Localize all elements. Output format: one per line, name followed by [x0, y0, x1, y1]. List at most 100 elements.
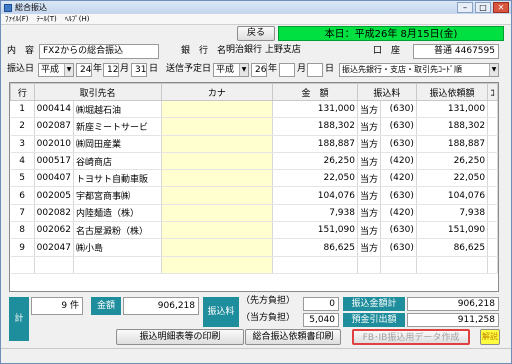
table-row[interactable]: 8 002062 名古屋澱粉（株） 151,090 当方 (630) 151,090	[10, 221, 498, 240]
cell-row[interactable]	[10, 256, 35, 274]
menu-table[interactable]: ﾃｰﾙ(T)	[37, 14, 57, 24]
cell-row[interactable]: 1	[10, 100, 35, 119]
table-row[interactable]: 6 002005 宇都宮商事㈱ 104,076 当方 (630) 104,076	[10, 186, 498, 205]
cell-kana[interactable]	[161, 135, 274, 153]
cell-extra[interactable]	[487, 169, 498, 188]
year-field-1[interactable]: 24	[76, 63, 92, 77]
cell-extra[interactable]	[487, 100, 498, 119]
cell-request[interactable]: 131,000	[416, 100, 489, 119]
cell-fee[interactable]: (630)	[380, 100, 417, 119]
print-detail-button[interactable]: 振込明細表等の印刷	[116, 329, 244, 345]
cell-name[interactable]: ㈱岡田産業	[73, 135, 162, 153]
cell-fee[interactable]: (630)	[380, 186, 417, 205]
cell-kana[interactable]	[161, 152, 274, 171]
cell-row[interactable]: 2	[10, 117, 35, 136]
col-amount[interactable]: 金 額	[272, 83, 358, 101]
cell-code[interactable]	[34, 256, 75, 274]
cell-fee[interactable]: (420)	[380, 152, 417, 171]
cell-extra[interactable]	[487, 204, 498, 223]
close-icon[interactable]: ✕	[493, 2, 509, 13]
menu-file[interactable]: ﾌｧｲﾙ(F)	[5, 14, 29, 24]
help-button[interactable]: 解説	[480, 329, 500, 345]
table-row[interactable]: 1 000414 ㈱堀越石油 131,000 当方 (630) 131,000	[10, 100, 498, 119]
table-row[interactable]: 3 002010 ㈱岡田産業 188,887 当方 (630) 188,887	[10, 135, 498, 153]
cell-fee[interactable]: (420)	[380, 169, 417, 188]
cell-amount[interactable]: 104,076	[272, 186, 358, 205]
cell-request[interactable]	[416, 256, 489, 274]
table-row[interactable]: 2 002087 新座ミートサービ 188,302 当方 (630) 188,302	[10, 117, 498, 136]
cell-amount[interactable]	[272, 256, 358, 274]
day-field-2[interactable]	[307, 63, 323, 77]
cell-name[interactable]: 内陸麺造（株）	[73, 204, 162, 223]
cell-name[interactable]	[73, 256, 162, 274]
cell-name[interactable]: 新座ミートサービ	[73, 117, 162, 136]
col-fee[interactable]: 振込料	[356, 83, 417, 101]
cell-fee-type[interactable]: 当方	[357, 117, 382, 136]
table-row[interactable]: 5 000407 トヨサト自動車販 22,050 当方 (420) 22,050	[10, 169, 498, 188]
cell-extra[interactable]	[487, 117, 498, 136]
cell-request[interactable]: 86,625	[416, 238, 489, 257]
cell-code[interactable]: 002047	[34, 238, 75, 257]
era-select-2[interactable]: 平成 ▼	[213, 63, 249, 77]
cell-request[interactable]: 104,076	[416, 186, 489, 205]
back-button[interactable]: 戻る	[237, 26, 275, 41]
cell-fee[interactable]: (630)	[380, 117, 417, 136]
cell-name[interactable]: 名古屋澱粉（株）	[73, 221, 162, 240]
col-request[interactable]: 振込依頼額	[415, 83, 489, 101]
cell-fee-type[interactable]	[357, 256, 382, 274]
cell-extra[interactable]	[487, 135, 498, 153]
cell-fee-type[interactable]: 当方	[357, 152, 382, 171]
cell-kana[interactable]	[161, 204, 274, 223]
cell-kana[interactable]	[161, 238, 274, 257]
cell-row[interactable]: 8	[10, 221, 35, 240]
cell-fee-type[interactable]: 当方	[357, 100, 382, 119]
cell-kana[interactable]	[161, 221, 274, 240]
content-field[interactable]: FX2からの総合振込	[39, 44, 159, 59]
month-field-2[interactable]	[279, 63, 295, 77]
cell-amount[interactable]: 151,090	[272, 221, 358, 240]
cell-code[interactable]: 000407	[34, 169, 75, 188]
cell-request[interactable]: 26,250	[416, 152, 489, 171]
year-field-2[interactable]: 26	[251, 63, 267, 77]
menu-help[interactable]: ﾍﾙﾌﾟ(H)	[65, 14, 90, 24]
cell-fee[interactable]: (630)	[380, 221, 417, 240]
cell-fee-type[interactable]: 当方	[357, 135, 382, 153]
cell-extra[interactable]	[487, 186, 498, 205]
sort-order-select[interactable]: 振込先銀行・支店・取引先ｺｰﾄﾞ順 ▼	[339, 63, 499, 77]
cell-code[interactable]: 002005	[34, 186, 75, 205]
col-name[interactable]: 取引先名	[33, 83, 162, 101]
cell-row[interactable]: 5	[10, 169, 35, 188]
cell-code[interactable]: 000517	[34, 152, 75, 171]
table-row[interactable]: 9 002047 ㈱小島 86,625 当方 (630) 86,625	[10, 238, 498, 257]
cell-kana[interactable]	[161, 100, 274, 119]
col-code[interactable]: ｺ	[487, 83, 498, 101]
create-fb-data-button[interactable]: FB･IB振込用データ作成	[352, 329, 470, 345]
cell-amount[interactable]: 131,000	[272, 100, 358, 119]
cell-row[interactable]: 7	[10, 204, 35, 223]
cell-row[interactable]: 3	[10, 135, 35, 153]
cell-row[interactable]: 6	[10, 186, 35, 205]
cell-code[interactable]: 002010	[34, 135, 75, 153]
col-row[interactable]: 行	[10, 83, 35, 101]
cell-name[interactable]: 谷崎商店	[73, 152, 162, 171]
cell-row[interactable]: 4	[10, 152, 35, 171]
cell-amount[interactable]: 86,625	[272, 238, 358, 257]
cell-amount[interactable]: 188,887	[272, 135, 358, 153]
era-select-1[interactable]: 平成 ▼	[38, 63, 74, 77]
cell-extra[interactable]	[487, 256, 498, 274]
cell-amount[interactable]: 7,938	[272, 204, 358, 223]
cell-amount[interactable]: 26,250	[272, 152, 358, 171]
day-field-1[interactable]: 31	[131, 63, 147, 77]
cell-request[interactable]: 7,938	[416, 204, 489, 223]
maximize-icon[interactable]: □	[475, 2, 491, 13]
cell-fee-type[interactable]: 当方	[357, 238, 382, 257]
cell-name[interactable]: 宇都宮商事㈱	[73, 186, 162, 205]
col-kana[interactable]: カナ	[160, 83, 274, 101]
cell-name[interactable]: ㈱堀越石油	[73, 100, 162, 119]
cell-fee-type[interactable]: 当方	[357, 204, 382, 223]
cell-request[interactable]: 151,090	[416, 221, 489, 240]
cell-amount[interactable]: 188,302	[272, 117, 358, 136]
cell-fee[interactable]: (420)	[380, 204, 417, 223]
table-row[interactable]: 7 002082 内陸麺造（株） 7,938 当方 (420) 7,938	[10, 204, 498, 223]
table-row[interactable]	[10, 256, 498, 274]
